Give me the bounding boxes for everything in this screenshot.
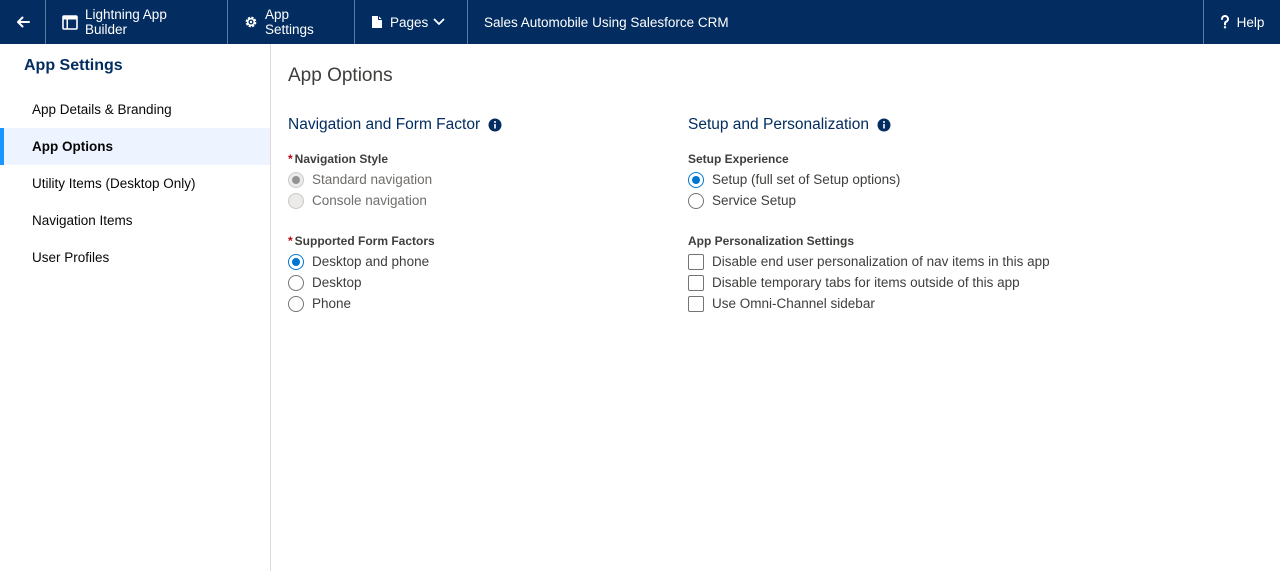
page-title: App Options: [288, 65, 393, 86]
radio-label: Setup (full set of Setup options): [712, 172, 901, 187]
navigation-style-group: * Navigation Style Standard navigation Co…: [288, 152, 668, 211]
radio-button[interactable]: [288, 295, 304, 312]
navigation-style-label-text: Navigation Style: [294, 152, 389, 166]
app-settings-button[interactable]: App Settings: [228, 0, 355, 44]
radio-label: Console navigation: [312, 193, 427, 208]
checkbox[interactable]: [688, 274, 704, 291]
radio-button[interactable]: [688, 192, 704, 209]
checkbox[interactable]: [688, 253, 704, 270]
section-title: Navigation and Form Factor: [288, 116, 668, 134]
sidebar-item-label: Utility Items (Desktop Only): [32, 176, 196, 191]
main-content: App Options Navigation and Form Factor *…: [272, 44, 1280, 571]
radio-button[interactable]: [688, 171, 704, 188]
required-marker: *: [288, 234, 293, 248]
checkbox[interactable]: [688, 295, 704, 312]
supported-form-factors-label-text: Supported Form Factors: [294, 234, 435, 248]
app-personalization-group: App Personalization Settings Disable end…: [688, 234, 1108, 314]
required-marker: *: [288, 152, 293, 166]
checkbox-label: Disable end user personalization of nav …: [712, 254, 1050, 269]
info-icon[interactable]: [877, 118, 891, 132]
navigation-form-factor-section: Navigation and Form Factor * Navigation S…: [288, 116, 668, 314]
radio-setup-full[interactable]: Setup (full set of Setup options): [688, 169, 1108, 190]
radio-label: Phone: [312, 296, 352, 311]
chevron-down-icon: [433, 18, 445, 26]
sidebar-item-label: App Details & Branding: [32, 102, 172, 117]
section-title-text: Setup and Personalization: [688, 116, 869, 133]
gear-icon: [244, 15, 258, 29]
question-icon: [1220, 15, 1230, 29]
sidebar-item-user-profiles[interactable]: User Profiles: [0, 239, 270, 276]
supported-form-factors-label: * Supported Form Factors: [288, 234, 668, 248]
page-icon: [371, 15, 383, 29]
setup-personalization-section: Setup and Personalization Setup Experien…: [688, 116, 1108, 314]
radio-service-setup[interactable]: Service Setup: [688, 190, 1108, 211]
radio-console-navigation[interactable]: Console navigation: [288, 190, 668, 211]
sidebar-item-label: Navigation Items: [32, 213, 133, 228]
checkbox-disable-temporary-tabs[interactable]: Disable temporary tabs for items outside…: [688, 272, 1108, 293]
arrow-left-icon: [15, 14, 31, 30]
radio-label: Service Setup: [712, 193, 797, 208]
app-name-label: Sales Automobile Using Salesforce CRM: [484, 14, 729, 30]
section-title: Setup and Personalization: [688, 116, 1108, 134]
sidebar-item-label: App Options: [32, 139, 113, 154]
sidebar-heading: App Settings: [24, 57, 123, 74]
sidebar-item-utility-items[interactable]: Utility Items (Desktop Only): [0, 165, 270, 202]
sidebar-item-app-options[interactable]: App Options: [0, 128, 270, 165]
setup-experience-group: Setup Experience Setup (full set of Setu…: [688, 152, 1108, 211]
radio-button[interactable]: [288, 192, 304, 209]
radio-label: Desktop and phone: [312, 254, 430, 269]
radio-desktop-and-phone[interactable]: Desktop and phone: [288, 251, 668, 272]
checkbox-label: Use Omni-Channel sidebar: [712, 296, 875, 311]
pages-dropdown[interactable]: Pages: [355, 0, 468, 44]
help-button[interactable]: Help: [1204, 0, 1280, 44]
top-bar: Lightning App Builder App Settings Pages…: [0, 0, 1280, 44]
app-personalization-label: App Personalization Settings: [688, 234, 855, 248]
radio-button[interactable]: [288, 253, 304, 270]
lightning-app-builder-label: Lightning App Builder: [85, 7, 167, 37]
app-settings-label: App Settings: [265, 7, 314, 37]
back-button[interactable]: [0, 0, 46, 44]
sidebar-item-navigation-items[interactable]: Navigation Items: [0, 202, 270, 239]
radio-button[interactable]: [288, 171, 304, 188]
section-title-text: Navigation and Form Factor: [288, 116, 481, 133]
info-icon[interactable]: [488, 118, 502, 132]
radio-phone[interactable]: Phone: [288, 293, 668, 314]
radio-label: Standard navigation: [312, 172, 433, 187]
checkbox-omni-channel-sidebar[interactable]: Use Omni-Channel sidebar: [688, 293, 1108, 314]
supported-form-factors-group: * Supported Form Factors Desktop and phon…: [288, 234, 668, 314]
checkbox-label: Disable temporary tabs for items outside…: [712, 275, 1020, 290]
app-name: Sales Automobile Using Salesforce CRM: [468, 0, 1204, 44]
radio-button[interactable]: [288, 274, 304, 291]
settings-sidebar: App Settings App Details & Branding App …: [0, 44, 271, 571]
app-layout-icon: [62, 14, 78, 30]
radio-label: Desktop: [312, 275, 362, 290]
radio-standard-navigation[interactable]: Standard navigation: [288, 169, 668, 190]
pages-label: Pages: [390, 14, 429, 30]
navigation-style-label: * Navigation Style: [288, 152, 668, 166]
setup-experience-label: Setup Experience: [688, 152, 789, 166]
radio-desktop[interactable]: Desktop: [288, 272, 668, 293]
checkbox-disable-nav-personalization[interactable]: Disable end user personalization of nav …: [688, 251, 1108, 272]
sidebar-item-label: User Profiles: [32, 250, 110, 265]
lightning-app-builder-button[interactable]: Lightning App Builder: [46, 0, 228, 44]
sidebar-item-app-details-branding[interactable]: App Details & Branding: [0, 91, 270, 128]
help-label: Help: [1236, 14, 1265, 30]
